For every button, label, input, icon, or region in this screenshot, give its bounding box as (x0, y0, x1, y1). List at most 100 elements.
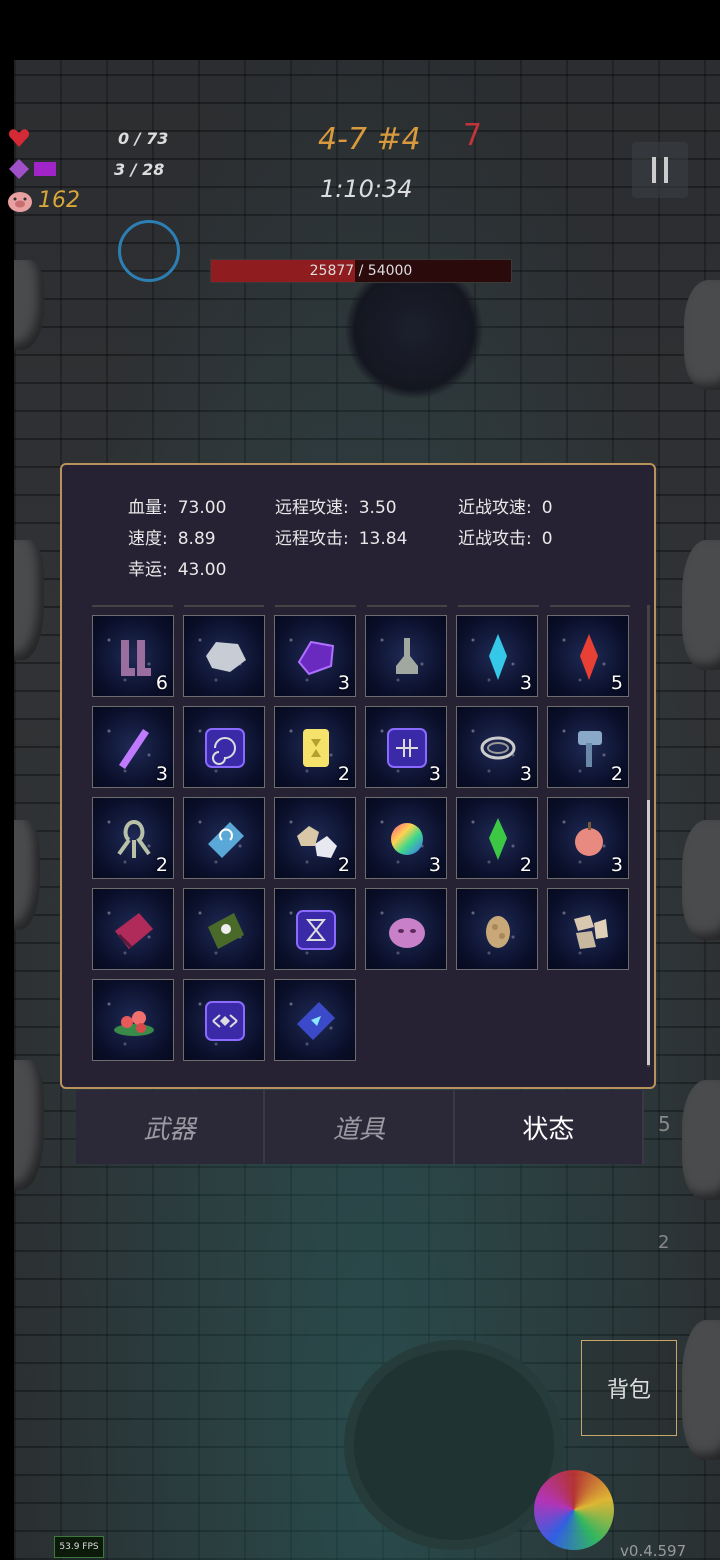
purple-crystal-icon (297, 640, 335, 676)
spiral-rune-icon (205, 728, 245, 768)
pause-button[interactable] (632, 142, 688, 198)
stat-speed: 速度: 8.89 (128, 529, 216, 549)
mana-row: 3 / 28 (8, 158, 164, 180)
stat-ranged-speed: 远程攻速: 3.50 (275, 498, 397, 518)
tab-items[interactable]: 道具 (265, 1090, 455, 1164)
mana-gem-icon (9, 159, 29, 179)
stat-melee-attack: 近战攻击: 0 (458, 529, 553, 549)
tab-bar: 武器 道具 状态 (76, 1090, 644, 1164)
inventory-slot[interactable] (274, 979, 356, 1061)
item-count: 6 (155, 672, 168, 694)
bag-button[interactable]: 背包 (581, 1340, 677, 1436)
rainbow-orb-icon (391, 823, 423, 855)
inventory-slot[interactable]: 3 (456, 706, 538, 788)
stat-ranged-attack: 远程攻击: 13.84 (275, 529, 408, 549)
ring-icon (480, 736, 516, 760)
inventory-slot[interactable]: 3 (547, 797, 629, 879)
potion-bottle-icon (396, 638, 418, 674)
item-count: 5 (610, 672, 623, 694)
green-crystal-icon (489, 818, 507, 860)
inventory-slot[interactable]: 3 (274, 615, 356, 697)
inventory-slot[interactable] (92, 888, 174, 970)
inventory-slot[interactable]: 3 (365, 706, 447, 788)
game-timer: 1:10:34 (320, 175, 413, 203)
pink-slime-icon (389, 918, 425, 948)
inventory-slot[interactable]: 2 (456, 797, 538, 879)
inventory-slot[interactable]: 3 (92, 706, 174, 788)
tab-weapons[interactable]: 武器 (76, 1090, 266, 1164)
panel-scrollbar[interactable] (647, 605, 650, 1067)
inventory-slot[interactable]: 2 (92, 797, 174, 879)
scroll-thumb[interactable] (647, 800, 650, 1065)
purple-rod-icon (119, 729, 149, 769)
item-count: 3 (428, 763, 441, 785)
inventory-slot[interactable]: 5 (547, 615, 629, 697)
stones-icon (297, 826, 337, 858)
hourglass-rune-icon (296, 910, 336, 950)
inventory-slot[interactable] (183, 888, 265, 970)
side-count-bottom: 2 (658, 1232, 670, 1253)
hammer-icon (578, 731, 602, 767)
green-book-icon (208, 913, 244, 949)
apple-icon (575, 822, 603, 856)
health-value: 0 / 73 (118, 128, 169, 148)
inventory-slot[interactable] (183, 797, 265, 879)
cross-rune-icon (387, 728, 427, 768)
blue-book-icon (208, 822, 244, 858)
inventory-slot[interactable] (274, 888, 356, 970)
inventory-slot[interactable]: 2 (274, 797, 356, 879)
version-label: v0.4.597 (620, 1542, 687, 1560)
mana-bar (34, 162, 56, 176)
item-count: 3 (428, 854, 441, 876)
stage-count: 7 (463, 118, 483, 153)
mana-value: 3 / 28 (114, 159, 165, 179)
pig-icon (8, 191, 32, 212)
item-count: 2 (155, 854, 168, 876)
inventory-slot[interactable] (365, 615, 447, 697)
red-crystal-icon (580, 634, 598, 680)
inventory-slot[interactable] (183, 615, 265, 697)
item-count: 2 (337, 763, 350, 785)
item-count: 2 (610, 763, 623, 785)
item-count: 3 (610, 854, 623, 876)
pause-icon (652, 157, 656, 183)
boots-icon (121, 640, 151, 676)
magic-book-icon (297, 1002, 335, 1040)
inventory-slot[interactable] (365, 888, 447, 970)
flower-icon (114, 1011, 154, 1036)
inventory-slot[interactable] (547, 888, 629, 970)
item-grid: 6 3 3 5 3 2 3 3 2 2 2 3 2 3 (92, 615, 632, 1061)
coin-count: 162 (38, 188, 80, 213)
heart-icon (8, 129, 30, 147)
stat-hp: 血量: 73.00 (128, 498, 227, 518)
inventory-slot[interactable]: 2 (274, 706, 356, 788)
coin-row: 162 (6, 188, 80, 213)
stage-label: 4-7 #4 (318, 122, 421, 157)
item-count: 3 (337, 672, 350, 694)
stat-melee-speed: 近战攻速: 0 (458, 498, 553, 518)
item-count: 3 (519, 672, 532, 694)
inventory-slot[interactable]: 3 (365, 797, 447, 879)
inventory-slot[interactable] (183, 979, 265, 1061)
inventory-slot[interactable] (92, 979, 174, 1061)
tab-status[interactable]: 状态 (454, 1090, 644, 1164)
health-row: 0 / 73 (8, 128, 168, 148)
item-count: 3 (519, 763, 532, 785)
player-ring (118, 220, 180, 282)
boss-health-bar: 25877 / 54000 (210, 259, 512, 283)
egg-icon (486, 916, 510, 948)
red-book-icon (115, 913, 153, 949)
side-count-top: 5 (658, 1112, 671, 1136)
inventory-slot[interactable]: 3 (456, 615, 538, 697)
blue-crystal-icon (489, 634, 507, 680)
fountain-base (344, 1340, 564, 1550)
inventory-slot[interactable]: 2 (547, 706, 629, 788)
boss-health-text: 25877 / 54000 (309, 263, 413, 279)
status-panel: 血量: 73.00 远程攻速: 3.50 近战攻速: 0 速度: 8.89 远程攻击: 1… (60, 463, 656, 1089)
grid-divider (92, 605, 630, 607)
inventory-slot[interactable] (183, 706, 265, 788)
item-count: 3 (155, 763, 168, 785)
inventory-slot[interactable] (456, 888, 538, 970)
squid-icon (117, 820, 151, 858)
inventory-slot[interactable]: 6 (92, 615, 174, 697)
